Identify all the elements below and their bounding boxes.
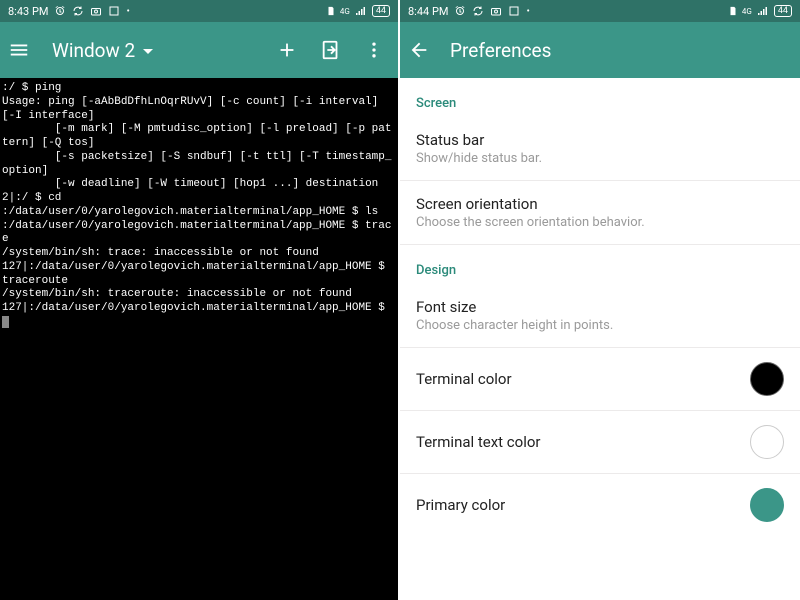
network-4g-icon: 4G <box>742 7 752 16</box>
status-bar-right: 8:44 PM • 4G 44 <box>400 0 800 22</box>
terminal-output[interactable]: :/ $ ping Usage: ping [-aAbBdDfhLnOqrRUv… <box>0 78 398 600</box>
color-swatch-white <box>750 425 784 459</box>
signal-icon <box>354 5 368 17</box>
terminal-line: [-s packetsize] [-S sndbuf] [-t ttl] [-T… <box>2 151 391 177</box>
more-dot: • <box>126 6 129 17</box>
terminal-appbar: Window 2 <box>0 22 398 78</box>
chevron-down-icon <box>143 49 153 54</box>
window-selector[interactable]: Window 2 <box>52 39 153 62</box>
pref-title: Status bar <box>416 131 784 149</box>
camera-icon <box>90 5 102 17</box>
terminal-line: :/data/user/0/yarolegovich.materialtermi… <box>2 206 378 218</box>
terminal-line: 127|:/data/user/0/yarolegovich.materialt… <box>2 261 391 287</box>
more-dot: • <box>526 6 529 17</box>
pref-title: Terminal color <box>416 370 738 388</box>
pref-terminal-text-color[interactable]: Terminal text color <box>400 411 800 474</box>
sync-icon <box>472 5 484 17</box>
camera-icon <box>490 5 502 17</box>
terminal-line: Usage: ping [-aAbBdDfhLnOqrRUvV] [-c cou… <box>2 96 385 122</box>
color-swatch-teal <box>750 488 784 522</box>
clock-text: 8:44 PM <box>408 5 448 18</box>
clock-text: 8:43 PM <box>8 5 48 18</box>
screenshot-icon <box>108 5 120 17</box>
status-bar-left: 8:43 PM • 4G 44 <box>0 0 398 22</box>
section-header-design: Design <box>400 245 800 284</box>
overflow-menu-icon[interactable] <box>364 39 384 61</box>
pref-subtitle: Show/hide status bar. <box>416 151 784 166</box>
terminal-line: [-w deadline] [-W timeout] [hop1 ...] de… <box>2 178 378 190</box>
network-4g-icon: 4G <box>340 7 350 16</box>
pref-subtitle: Choose character height in points. <box>416 318 784 333</box>
preferences-screen: 8:44 PM • 4G 44 <box>400 0 800 600</box>
terminal-line: :/ $ ping <box>2 82 61 94</box>
pref-font-size[interactable]: Font size Choose character height in poi… <box>400 284 800 348</box>
color-swatch-black <box>750 362 784 396</box>
pref-primary-color[interactable]: Primary color <box>400 474 800 536</box>
pref-title: Primary color <box>416 496 738 514</box>
terminal-line: 127|:/data/user/0/yarolegovich.materialt… <box>2 302 391 314</box>
sim-icon <box>326 5 336 17</box>
page-title: Preferences <box>450 39 551 62</box>
pref-title: Terminal text color <box>416 433 738 451</box>
window-label: Window 2 <box>52 39 135 62</box>
sync-icon <box>72 5 84 17</box>
battery-indicator: 44 <box>774 5 792 17</box>
sim-icon <box>728 5 738 17</box>
terminal-line: 2|:/ $ cd <box>2 192 61 204</box>
pref-title: Font size <box>416 298 784 316</box>
terminal-line: [-m mark] [-M pmtudisc_option] [-l prelo… <box>2 123 391 149</box>
terminal-line: /system/bin/sh: trace: inaccessible or n… <box>2 247 319 259</box>
preferences-appbar: Preferences <box>400 22 800 78</box>
pref-subtitle: Choose the screen orientation behavior. <box>416 215 784 230</box>
alarm-icon <box>454 5 466 17</box>
pref-screen-orientation[interactable]: Screen orientation Choose the screen ori… <box>400 181 800 245</box>
screenshot-icon <box>508 5 520 17</box>
pref-title: Screen orientation <box>416 195 784 213</box>
exit-icon[interactable] <box>320 39 342 61</box>
battery-indicator: 44 <box>372 5 390 17</box>
add-tab-icon[interactable] <box>276 39 298 61</box>
cursor <box>2 316 9 328</box>
alarm-icon <box>54 5 66 17</box>
pref-status-bar[interactable]: Status bar Show/hide status bar. <box>400 117 800 181</box>
menu-icon[interactable] <box>8 39 30 61</box>
terminal-line: :/data/user/0/yarolegovich.materialtermi… <box>2 220 391 246</box>
pref-terminal-color[interactable]: Terminal color <box>400 348 800 411</box>
back-icon[interactable] <box>408 39 430 61</box>
terminal-screen: 8:43 PM • 4G 44 <box>0 0 400 600</box>
terminal-line: /system/bin/sh: traceroute: inaccessible… <box>2 288 352 300</box>
section-header-screen: Screen <box>400 78 800 117</box>
signal-icon <box>756 5 770 17</box>
preferences-list[interactable]: Screen Status bar Show/hide status bar. … <box>400 78 800 600</box>
